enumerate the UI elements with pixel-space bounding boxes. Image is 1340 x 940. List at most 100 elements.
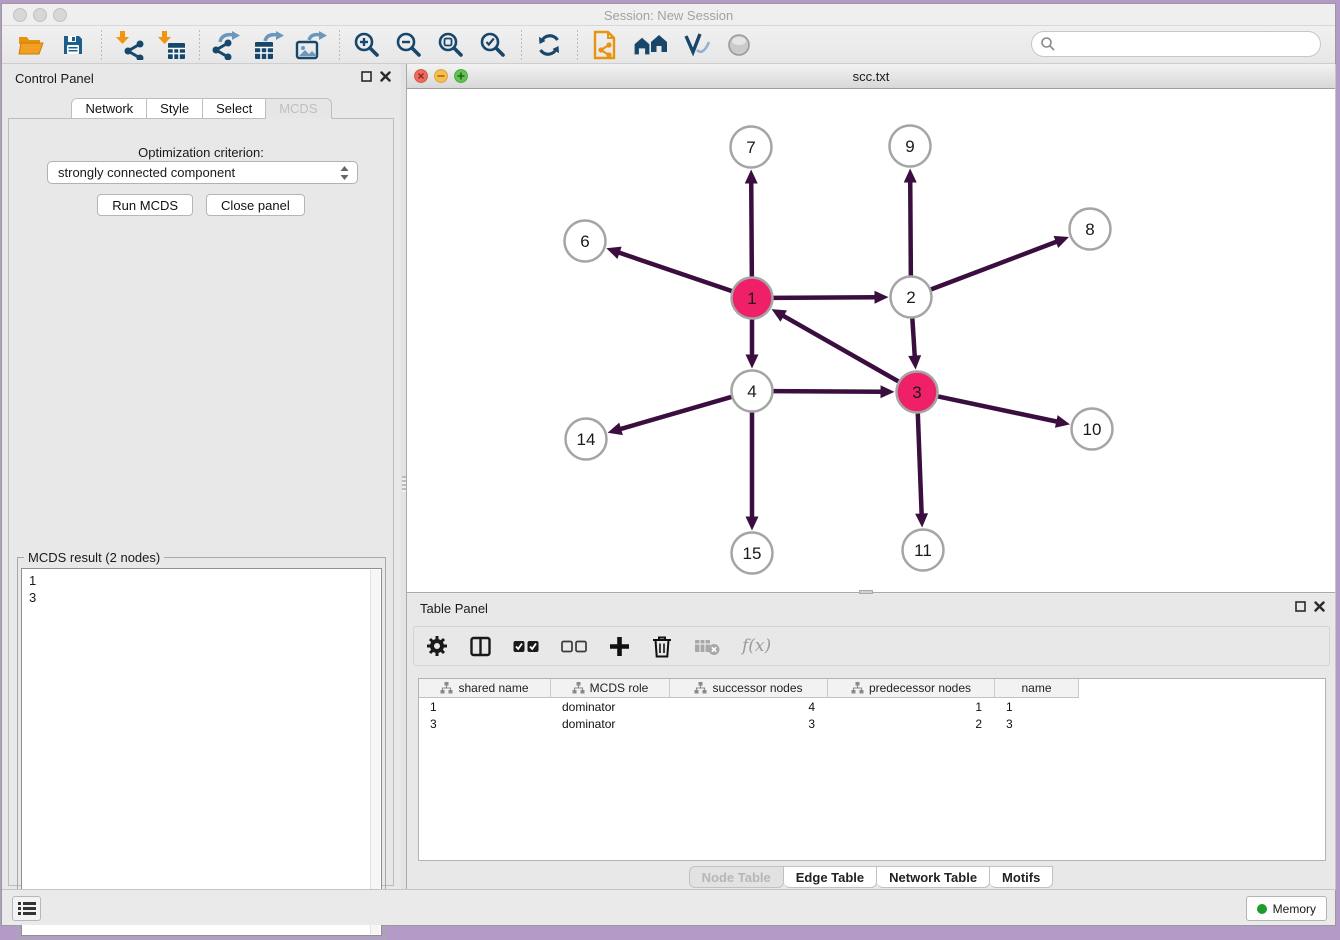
graph-edge-3-1[interactable] <box>782 315 898 381</box>
export-table-button[interactable] <box>251 28 287 62</box>
import-network-button[interactable] <box>111 28 147 62</box>
table-cell[interactable]: 3 <box>419 715 551 732</box>
export-network-button[interactable] <box>209 28 245 62</box>
table-cell[interactable]: 4 <box>670 698 828 715</box>
mcds-tab-content: Optimization criterion: strongly connect… <box>8 118 394 886</box>
graph-node-label: 11 <box>914 541 932 560</box>
close-table-panel-icon[interactable] <box>1314 601 1325 612</box>
first-neighbors-button[interactable] <box>629 28 673 62</box>
delete-column-trash-icon[interactable] <box>652 635 672 658</box>
tab-mcds[interactable]: MCDS <box>266 98 331 119</box>
table-row[interactable]: 1dominator411 <box>419 698 1325 715</box>
memory-label: Memory <box>1273 902 1316 916</box>
close-panel-button[interactable]: Close panel <box>206 194 305 216</box>
graph-edge-4-3[interactable] <box>773 391 882 392</box>
tab-network[interactable]: Network <box>71 98 147 119</box>
save-session-button[interactable] <box>55 28 91 62</box>
table-cell[interactable]: 3 <box>670 715 828 732</box>
graph-edge-arrowhead <box>1055 415 1070 428</box>
add-column-icon[interactable] <box>609 636 630 657</box>
import-table-icon <box>156 30 186 60</box>
graph-edge-4-14[interactable] <box>619 397 731 429</box>
network-canvas[interactable]: 7968124314101511 <box>407 89 1335 593</box>
mcds-result-text: 1 3 <box>22 569 381 609</box>
graph-edge-arrowhead <box>745 169 758 183</box>
import-table-button[interactable] <box>153 28 189 62</box>
tab-network-table[interactable]: Network Table <box>877 866 990 888</box>
optimization-criterion-select[interactable]: strongly connected component <box>47 161 358 184</box>
graph-edge-arrowhead <box>746 517 759 531</box>
graph-edge-3-10[interactable] <box>938 396 1058 421</box>
column-header-mcds-role[interactable]: MCDS role <box>551 679 670 698</box>
table-cell[interactable]: dominator <box>551 715 670 732</box>
network-window-titlebar[interactable]: scc.txt <box>407 64 1335 89</box>
table-settings-gear-icon[interactable] <box>426 635 448 657</box>
close-panel-icon[interactable] <box>380 71 391 82</box>
zoom-fit-button[interactable] <box>433 28 469 62</box>
mcds-result-box[interactable]: 1 3 <box>21 568 382 936</box>
graph-edge-1-6[interactable] <box>618 252 732 291</box>
save-icon <box>62 34 84 56</box>
run-mcds-button[interactable]: Run MCDS <box>97 194 193 216</box>
zoom-out-button[interactable] <box>391 28 427 62</box>
graph-edge-3-11[interactable] <box>918 413 922 515</box>
memory-button[interactable]: Memory <box>1246 896 1327 921</box>
houses-icon <box>632 32 670 58</box>
search-field[interactable] <box>1031 31 1321 57</box>
graph-edge-2-9[interactable] <box>910 180 911 275</box>
control-panel: Control Panel Network Style Select MCDS … <box>2 64 401 890</box>
graph-edge-2-3[interactable] <box>912 318 914 357</box>
network-window-title: scc.txt <box>407 69 1335 84</box>
float-panel-icon[interactable] <box>361 71 372 82</box>
column-header-shared-name[interactable]: shared name <box>419 679 551 698</box>
network-graph[interactable]: 7968124314101511 <box>407 89 1335 593</box>
table-cell[interactable]: 1 <box>995 698 1079 715</box>
table-panel: Table Panel f(x) shared name <box>407 594 1336 890</box>
tab-style[interactable]: Style <box>147 98 203 119</box>
splitter-grip[interactable] <box>402 476 406 492</box>
import-network-icon <box>114 30 144 60</box>
tab-motifs[interactable]: Motifs <box>990 866 1053 888</box>
new-network-from-selection-button[interactable] <box>587 28 623 62</box>
tab-node-table[interactable]: Node Table <box>689 866 784 888</box>
graph-node-label: 7 <box>746 138 755 157</box>
table-body: 1dominator4113dominator323 <box>419 698 1325 732</box>
zoom-selected-button[interactable] <box>475 28 511 62</box>
refresh-button[interactable] <box>531 28 567 62</box>
select-stepper-icon <box>340 166 349 180</box>
scrollbar-track[interactable] <box>370 570 380 934</box>
graph-edge-1-7[interactable] <box>751 181 752 276</box>
tree-icon <box>572 682 585 694</box>
table-cell[interactable]: 1 <box>828 698 995 715</box>
graph-edge-2-8[interactable] <box>931 241 1058 289</box>
column-header-successor-nodes[interactable]: successor nodes <box>670 679 828 698</box>
table-cell[interactable]: 1 <box>419 698 551 715</box>
toolbar-separator <box>520 30 522 60</box>
zoom-fit-icon <box>437 31 465 59</box>
apply-style-button[interactable] <box>679 28 715 62</box>
table-cell[interactable]: 2 <box>828 715 995 732</box>
table-cell[interactable]: dominator <box>551 698 670 715</box>
graph-edge-1-2[interactable] <box>773 297 876 298</box>
table-row[interactable]: 3dominator323 <box>419 715 1325 732</box>
toolbar-separator <box>576 30 578 60</box>
open-session-button[interactable] <box>13 28 49 62</box>
show-columns-icon[interactable] <box>470 636 491 657</box>
column-header-predecessor-nodes[interactable]: predecessor nodes <box>828 679 995 698</box>
tab-edge-table[interactable]: Edge Table <box>784 866 877 888</box>
search-input[interactable] <box>1056 34 1320 54</box>
tab-select[interactable]: Select <box>203 98 266 119</box>
select-all-icon[interactable] <box>513 640 539 653</box>
search-icon <box>1040 36 1056 52</box>
table-cell[interactable]: 3 <box>995 715 1079 732</box>
graph-edge-arrowhead <box>908 355 921 369</box>
float-table-panel-icon[interactable] <box>1295 601 1306 612</box>
task-history-button[interactable] <box>12 896 41 921</box>
column-header-name[interactable]: name <box>995 679 1079 698</box>
show-hide-button[interactable] <box>721 28 757 62</box>
deselect-all-icon[interactable] <box>561 640 587 653</box>
zoom-in-button[interactable] <box>349 28 385 62</box>
network-window: scc.txt 7968124314101511 <box>407 64 1336 594</box>
tree-icon <box>440 682 453 694</box>
export-image-button[interactable] <box>293 28 329 62</box>
